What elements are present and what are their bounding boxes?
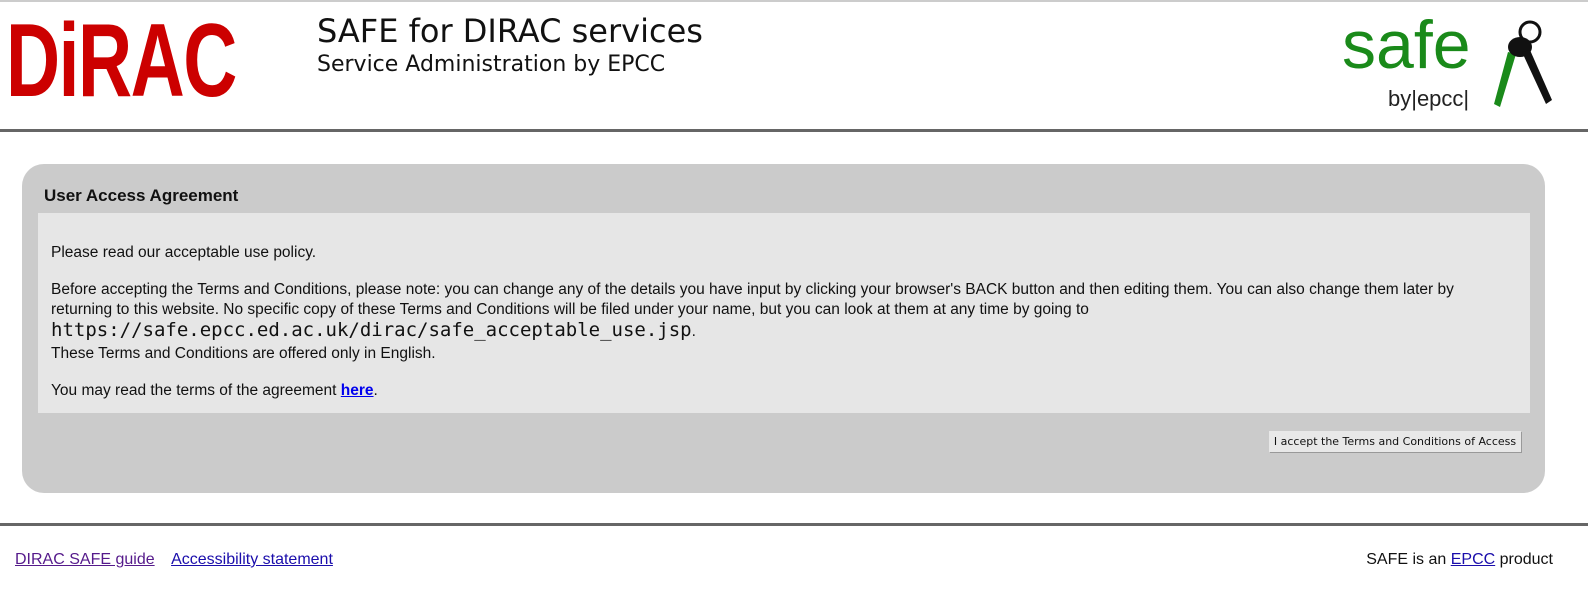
- accessibility-statement-link[interactable]: Accessibility statement: [171, 551, 333, 568]
- product-text: SAFE is an: [1366, 551, 1451, 568]
- terms-note: Before accepting the Terms and Condition…: [51, 281, 1454, 341]
- policy-intro: Please read our acceptable use policy.: [51, 244, 317, 261]
- read-terms-text: You may read the terms of the agreement: [51, 382, 341, 399]
- policy-url: https://safe.epcc.ed.ac.uk/dirac/safe_ac…: [51, 319, 692, 341]
- dirac-safe-guide-link[interactable]: DIRAC SAFE guide: [15, 551, 155, 568]
- header: DiRAC SAFE for DIRAC services Service Ad…: [0, 2, 1588, 132]
- keys-icon: [1494, 20, 1552, 107]
- site-title: SAFE for DIRAC services: [317, 12, 703, 50]
- agreement-text: Please read our acceptable use policy. B…: [38, 213, 1530, 413]
- footer-product: SAFE is an EPCC product: [1366, 551, 1553, 569]
- panel-title: User Access Agreement: [44, 186, 239, 205]
- terms-note-text: Before accepting the Terms and Condition…: [51, 281, 1454, 318]
- safe-logo: safe: [1342, 7, 1471, 83]
- english-note: These Terms and Conditions are offered o…: [51, 345, 436, 362]
- read-terms: You may read the terms of the agreement …: [51, 382, 378, 399]
- product-text-end: product: [1495, 551, 1553, 568]
- safe-by-epcc: by|epcc|: [1388, 86, 1470, 111]
- site-subtitle: Service Administration by EPCC: [317, 52, 666, 77]
- footer-links: DIRAC SAFE guide Accessibility statement: [15, 551, 333, 569]
- accept-terms-button[interactable]: I accept the Terms and Conditions of Acc…: [1269, 431, 1521, 452]
- epcc-link[interactable]: EPCC: [1451, 551, 1495, 568]
- dirac-logo: DiRAC: [6, 3, 237, 119]
- here-link[interactable]: here: [341, 382, 374, 399]
- user-access-agreement-panel: User Access Agreement Please read our ac…: [22, 164, 1545, 493]
- footer-divider: [0, 523, 1588, 526]
